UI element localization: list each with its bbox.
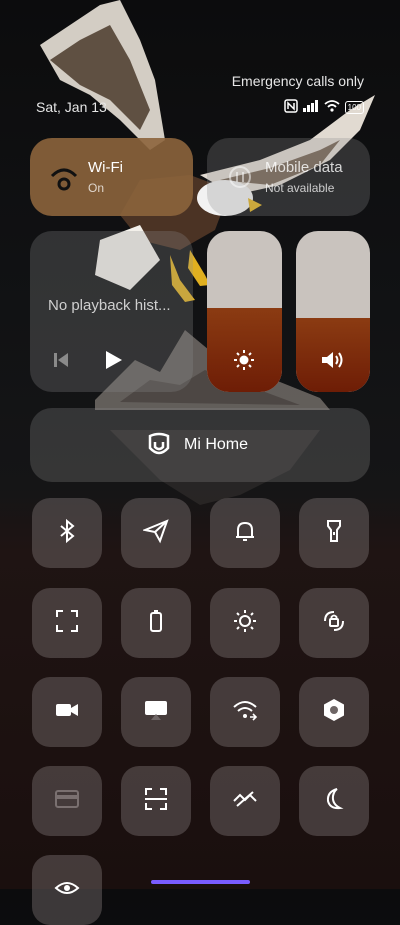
volume-slider[interactable]	[296, 231, 370, 392]
screenshot-icon	[54, 608, 80, 639]
status-date: Sat, Jan 13	[36, 99, 107, 115]
rotation-lock-icon	[321, 608, 347, 639]
cast-icon	[143, 697, 169, 728]
data-saver-icon	[232, 786, 258, 817]
dark-mode-toggle[interactable]	[299, 766, 369, 836]
navigation-handle[interactable]	[151, 880, 250, 884]
wifi-hotspot-toggle[interactable]	[210, 677, 280, 747]
carrier-status: Emergency calls only	[231, 73, 364, 89]
moon-icon	[321, 786, 347, 817]
battery-saver-toggle[interactable]	[121, 588, 191, 658]
previous-track-icon[interactable]	[52, 351, 70, 374]
mobile-data-icon	[227, 164, 253, 195]
brightness-slider[interactable]	[207, 231, 282, 392]
card-icon	[54, 786, 80, 817]
wifi-status-icon	[324, 100, 340, 115]
screen-recorder-toggle[interactable]	[32, 677, 102, 747]
wifi-tile-status: On	[88, 181, 105, 195]
media-status-text: No playback hist...	[48, 297, 171, 314]
mi-home-button[interactable]: Mi Home	[30, 408, 370, 482]
signal-icon	[302, 100, 319, 115]
hotspot-icon	[232, 697, 258, 728]
bluetooth-icon	[54, 518, 80, 549]
ringer-toggle[interactable]	[210, 498, 280, 568]
scan-icon	[143, 786, 169, 817]
bell-icon	[232, 518, 258, 549]
bluetooth-toggle[interactable]	[32, 498, 102, 568]
send-icon	[141, 518, 169, 549]
play-icon[interactable]	[102, 349, 124, 376]
video-camera-icon	[54, 697, 80, 728]
eye-comfort-toggle[interactable]	[32, 855, 102, 925]
hexagon-icon	[321, 697, 347, 728]
auto-rotate-toggle[interactable]	[299, 588, 369, 658]
mobile-data-tile[interactable]: Mobile data Not available	[207, 138, 370, 216]
airplane-mode-toggle[interactable]	[121, 498, 191, 568]
screenshot-toggle[interactable]	[32, 588, 102, 658]
sun-icon	[233, 349, 255, 376]
status-icons: 100	[283, 99, 364, 116]
flashlight-toggle[interactable]	[299, 498, 369, 568]
auto-brightness-toggle[interactable]	[210, 588, 280, 658]
scanner-toggle[interactable]	[121, 766, 191, 836]
wifi-tile[interactable]: Wi-Fi On	[30, 138, 193, 216]
battery-saver-icon	[143, 608, 169, 639]
settings-toggle[interactable]	[299, 677, 369, 747]
mobile-data-title: Mobile data	[265, 159, 343, 176]
cast-toggle[interactable]	[121, 677, 191, 747]
mi-home-label: Mi Home	[184, 436, 249, 453]
data-saver-toggle[interactable]	[210, 766, 280, 836]
eye-icon	[54, 875, 80, 906]
wifi-icon	[50, 164, 78, 197]
battery-level: 100	[347, 103, 361, 112]
mi-home-icon	[146, 432, 172, 463]
speaker-icon	[320, 349, 344, 376]
wifi-tile-title: Wi-Fi	[88, 159, 123, 176]
card-toggle[interactable]	[32, 766, 102, 836]
flashlight-icon	[321, 518, 347, 549]
media-player[interactable]: No playback hist...	[30, 231, 193, 392]
battery-icon: 100	[344, 101, 364, 114]
nfc-icon	[283, 99, 298, 116]
mobile-data-status: Not available	[265, 181, 335, 195]
brightness-gear-icon	[232, 608, 258, 639]
